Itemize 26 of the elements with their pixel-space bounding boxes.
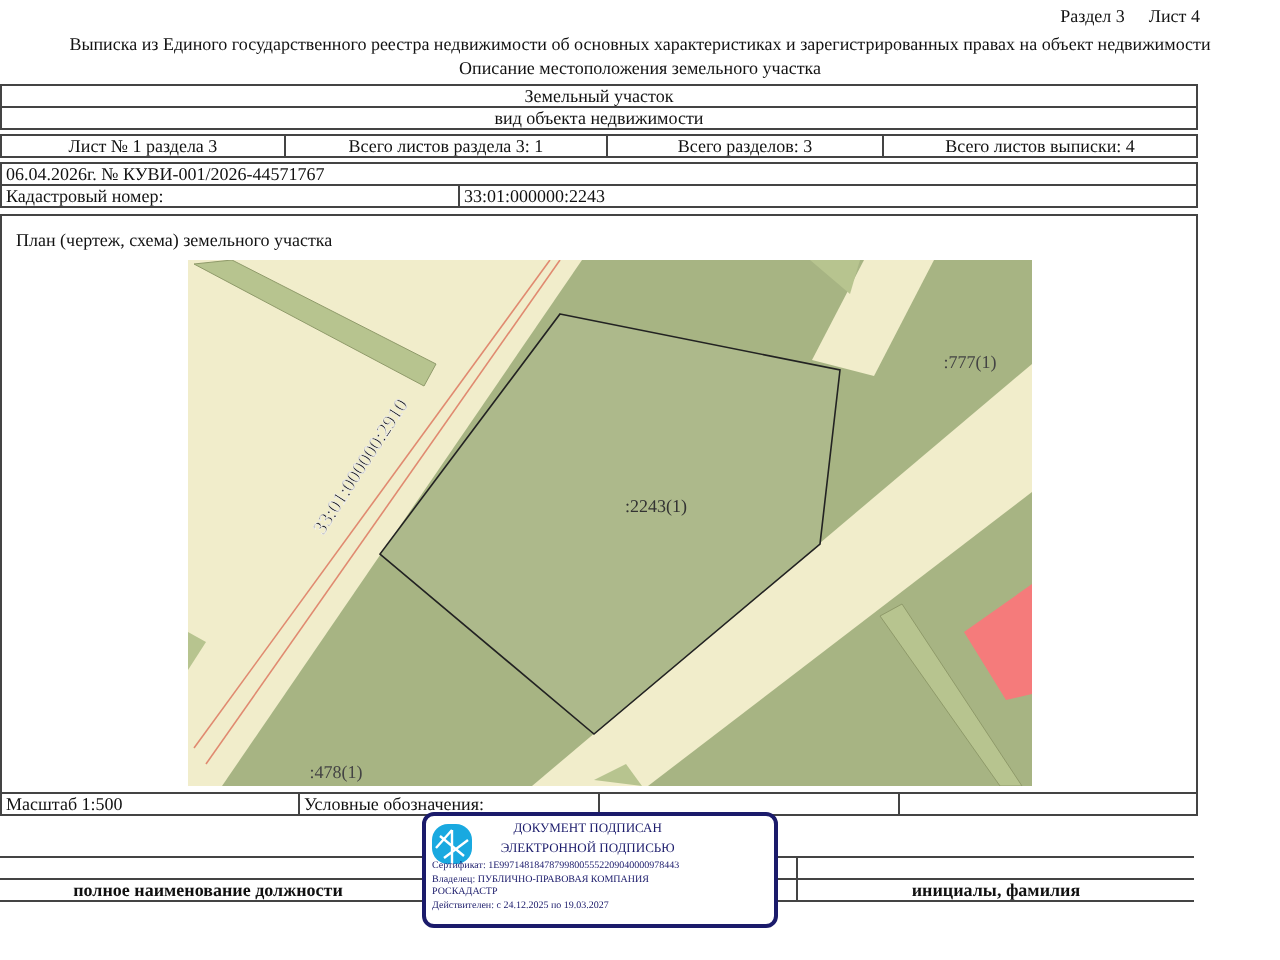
sheet-info-cell: Всего разделов: 3	[606, 136, 882, 156]
sheet-number: Лист 4	[1148, 6, 1200, 30]
parcel-label: :2243(1)	[625, 496, 687, 516]
name-caption: инициалы, фамилия	[796, 880, 1194, 900]
cadastral-label: Кадастровый номер:	[4, 186, 166, 206]
neighbor-parcel-label: :478(1)	[309, 762, 363, 782]
document-subtitle: Описание местоположения земельного участка	[457, 58, 823, 80]
statement-number: 06.04.2026г. № КУВИ-001/2026-44571767	[4, 164, 327, 184]
object-type-caption: вид объекта недвижимости	[492, 108, 706, 128]
sheet-info-cell-text: Лист № 1 раздела 3	[66, 136, 220, 156]
sheet-info-cell: Всего листов раздела 3: 1	[284, 136, 606, 156]
building-area	[964, 584, 1032, 700]
position-caption: полное наименование должности	[71, 880, 345, 900]
neighbor-parcel-label: :777(1)	[943, 352, 997, 372]
grass-strip	[594, 764, 642, 786]
scale-label: Масштаб 1:500	[4, 794, 125, 814]
stamp-logo-icon	[432, 824, 472, 864]
grass-strip	[188, 632, 206, 670]
plan-title: План (чертеж, схема) земельного участка	[14, 228, 335, 254]
grass-strip	[810, 260, 860, 294]
document-title: Выписка из Единого государственного реестра недвижимости об основных характеристиках и зарегистрированных правах на объект недвижимости	[67, 32, 1213, 58]
sheet-info-cell: Всего листов выписки: 4	[882, 136, 1196, 156]
object-type: Земельный участок	[522, 86, 676, 106]
road-area	[812, 260, 934, 376]
cadastral-number: 33:01:000000:2243	[458, 186, 1196, 206]
section-number: Раздел 3	[1060, 6, 1125, 30]
